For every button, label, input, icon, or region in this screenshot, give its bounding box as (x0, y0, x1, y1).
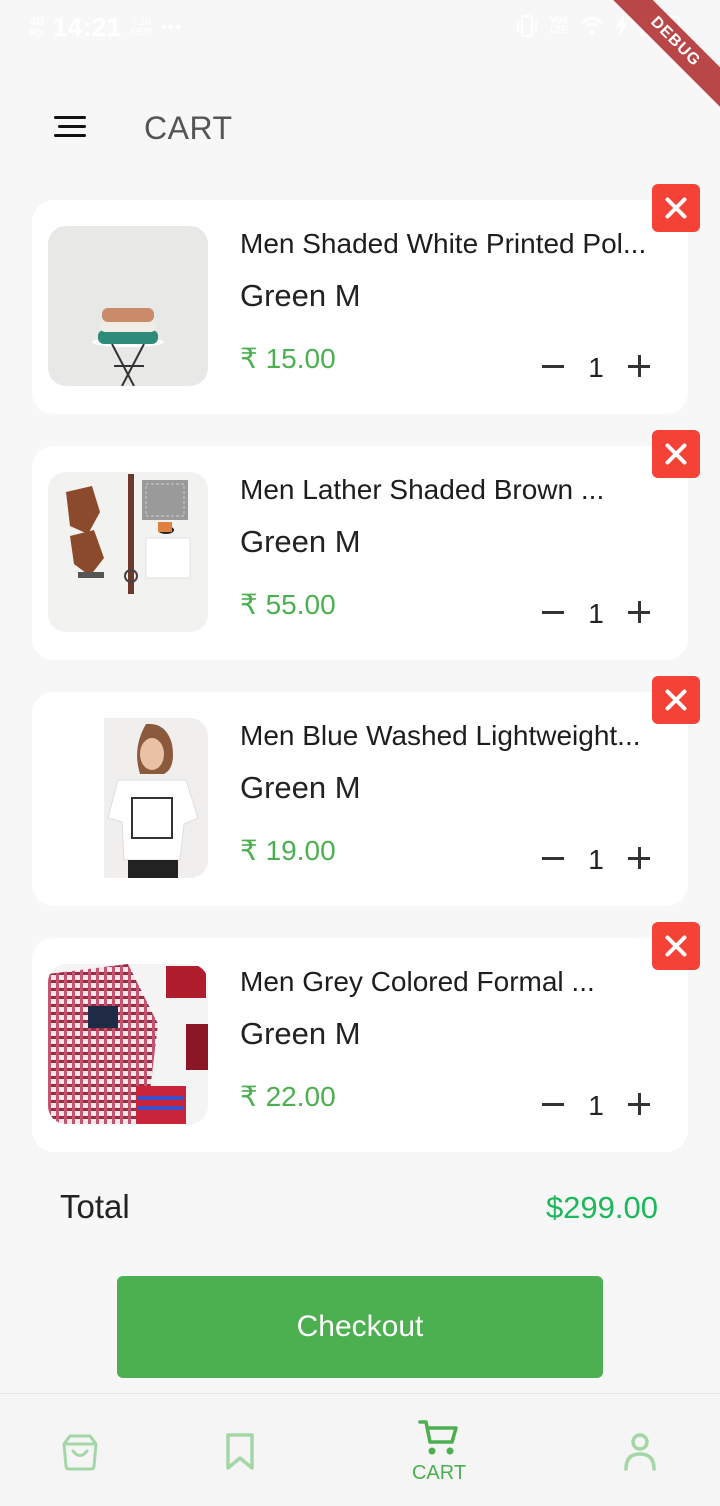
clock: 14:21 (52, 12, 122, 42)
quantity-value: 1 (588, 352, 604, 383)
nav-item-saved[interactable] (200, 1394, 280, 1506)
product-variant: Green M (240, 770, 361, 805)
nav-label-cart: CART (411, 1462, 467, 1484)
network-speed: 0.10 KB/S (129, 16, 153, 38)
product-image (48, 964, 208, 1124)
product-image (48, 226, 208, 386)
product-name: Men Blue Washed Lightweight... (240, 720, 641, 751)
product-variant: Green M (240, 1016, 361, 1051)
quantity-value: 1 (588, 844, 604, 875)
product-image (48, 472, 208, 632)
speed-value: 0.10 (131, 16, 151, 28)
quantity-stepper: 1 (538, 596, 654, 630)
status-left: 4G Rx 14:21 0.10 KB/S ••• (30, 12, 182, 43)
remove-item-button[interactable] (652, 676, 700, 724)
increase-quantity-button[interactable] (624, 350, 654, 384)
vibrate-icon (516, 15, 537, 37)
total-row: Total $299.00 (0, 1186, 720, 1236)
status-bar: 4G Rx 14:21 0.10 KB/S ••• Vo4 LTE 94 (0, 0, 720, 56)
remove-item-button[interactable] (652, 184, 700, 232)
network-type: 4G (30, 15, 45, 28)
cart-item: Men Lather Shaded Brown ... Green M ₹ 55… (32, 430, 700, 660)
product-price: ₹ 22.00 (240, 1081, 336, 1112)
quantity-value: 1 (588, 598, 604, 629)
shopping-bag-icon (62, 1434, 98, 1471)
page-title: CART (144, 110, 233, 146)
more-notifications-icon: ••• (160, 17, 183, 37)
bookmark-icon (226, 1433, 254, 1470)
increase-quantity-button[interactable] (624, 596, 654, 630)
cart-item: Men Shaded White Printed Pol... Green M … (32, 184, 700, 414)
cart-item: Men Blue Washed Lightweight... Green M ₹… (32, 676, 700, 906)
charging-icon (616, 15, 628, 37)
product-name: Men Lather Shaded Brown ... (240, 474, 605, 505)
volte-indicator: Vo4 LTE (550, 16, 568, 36)
product-price: ₹ 55.00 (240, 589, 336, 620)
remove-item-button[interactable] (652, 922, 700, 970)
wifi-icon (581, 17, 603, 35)
product-price: ₹ 19.00 (240, 835, 336, 866)
total-label: Total (60, 1188, 130, 1225)
quantity-value: 1 (588, 1090, 604, 1121)
quantity-stepper: 1 (538, 1088, 654, 1122)
bottom-navigation: CART (0, 1393, 720, 1506)
product-name: Men Shaded White Printed Pol... (240, 228, 647, 259)
product-price: ₹ 15.00 (240, 343, 336, 374)
menu-icon[interactable] (54, 114, 86, 140)
cart-item: Men Grey Colored Formal ... Green M ₹ 22… (32, 922, 700, 1152)
remove-item-button[interactable] (652, 430, 700, 478)
network-indicator: 4G Rx (30, 15, 45, 39)
decrease-quantity-button[interactable] (538, 1088, 568, 1122)
nav-item-profile[interactable] (600, 1394, 680, 1506)
product-variant: Green M (240, 278, 361, 313)
nav-item-shop[interactable] (40, 1394, 120, 1506)
cart-icon (418, 1420, 458, 1455)
decrease-quantity-button[interactable] (538, 596, 568, 630)
product-image (48, 718, 208, 878)
user-icon (624, 1433, 656, 1471)
nav-item-cart[interactable]: CART (398, 1394, 480, 1506)
volte-bottom: LTE (549, 25, 568, 36)
decrease-quantity-button[interactable] (538, 350, 568, 384)
total-value: $299.00 (545, 1190, 658, 1225)
quantity-stepper: 1 (538, 350, 654, 384)
decrease-quantity-button[interactable] (538, 842, 568, 876)
product-variant: Green M (240, 524, 361, 559)
quantity-stepper: 1 (538, 842, 654, 876)
checkout-button[interactable]: Checkout (117, 1276, 603, 1378)
app-header: CART (0, 96, 720, 160)
product-name: Men Grey Colored Formal ... (240, 966, 595, 997)
speed-unit: KB/S (129, 26, 153, 38)
signal-label: Rx (30, 26, 45, 39)
increase-quantity-button[interactable] (624, 1088, 654, 1122)
increase-quantity-button[interactable] (624, 842, 654, 876)
